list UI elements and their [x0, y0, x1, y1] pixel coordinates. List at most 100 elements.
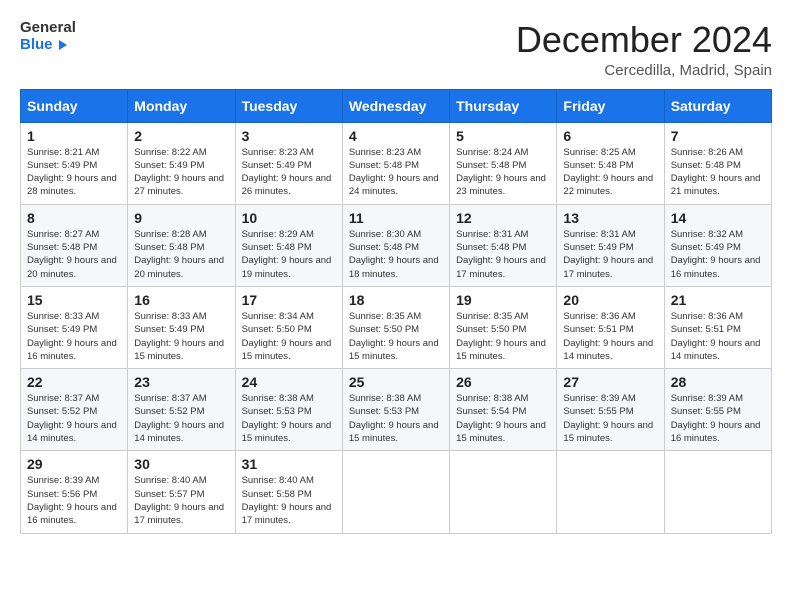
day-number: 15: [27, 292, 121, 308]
day-info: Sunrise: 8:24 AM Sunset: 5:48 PM Dayligh…: [456, 146, 550, 199]
calendar-week-row: 15 Sunrise: 8:33 AM Sunset: 5:49 PM Dayl…: [21, 286, 772, 368]
calendar-cell: [342, 451, 449, 533]
calendar-cell: 18 Sunrise: 8:35 AM Sunset: 5:50 PM Dayl…: [342, 286, 449, 368]
calendar-cell: 9 Sunrise: 8:28 AM Sunset: 5:48 PM Dayli…: [128, 204, 235, 286]
day-number: 30: [134, 456, 228, 472]
day-info: Sunrise: 8:27 AM Sunset: 5:48 PM Dayligh…: [27, 228, 121, 281]
calendar-cell: 1 Sunrise: 8:21 AM Sunset: 5:49 PM Dayli…: [21, 122, 128, 204]
day-number: 4: [349, 128, 443, 144]
day-number: 9: [134, 210, 228, 226]
day-number: 27: [563, 374, 657, 390]
calendar-week-row: 8 Sunrise: 8:27 AM Sunset: 5:48 PM Dayli…: [21, 204, 772, 286]
calendar-cell: 11 Sunrise: 8:30 AM Sunset: 5:48 PM Dayl…: [342, 204, 449, 286]
day-number: 2: [134, 128, 228, 144]
day-number: 8: [27, 210, 121, 226]
day-info: Sunrise: 8:22 AM Sunset: 5:49 PM Dayligh…: [134, 146, 228, 199]
day-info: Sunrise: 8:35 AM Sunset: 5:50 PM Dayligh…: [456, 310, 550, 363]
calendar-cell: 7 Sunrise: 8:26 AM Sunset: 5:48 PM Dayli…: [664, 122, 771, 204]
day-info: Sunrise: 8:37 AM Sunset: 5:52 PM Dayligh…: [134, 392, 228, 445]
calendar-cell: [557, 451, 664, 533]
day-info: Sunrise: 8:30 AM Sunset: 5:48 PM Dayligh…: [349, 228, 443, 281]
calendar-cell: 25 Sunrise: 8:38 AM Sunset: 5:53 PM Dayl…: [342, 369, 449, 451]
title-block: December 2024 Cercedilla, Madrid, Spain: [516, 20, 772, 79]
calendar-cell: 22 Sunrise: 8:37 AM Sunset: 5:52 PM Dayl…: [21, 369, 128, 451]
calendar-cell: 6 Sunrise: 8:25 AM Sunset: 5:48 PM Dayli…: [557, 122, 664, 204]
day-info: Sunrise: 8:23 AM Sunset: 5:48 PM Dayligh…: [349, 146, 443, 199]
calendar-cell: 28 Sunrise: 8:39 AM Sunset: 5:55 PM Dayl…: [664, 369, 771, 451]
day-info: Sunrise: 8:39 AM Sunset: 5:56 PM Dayligh…: [27, 474, 121, 527]
page-header: General Blue December 2024 Cercedilla, M…: [20, 20, 772, 79]
day-info: Sunrise: 8:32 AM Sunset: 5:49 PM Dayligh…: [671, 228, 765, 281]
day-info: Sunrise: 8:36 AM Sunset: 5:51 PM Dayligh…: [671, 310, 765, 363]
month-title: December 2024: [516, 20, 772, 60]
day-number: 1: [27, 128, 121, 144]
day-number: 7: [671, 128, 765, 144]
calendar-cell: 19 Sunrise: 8:35 AM Sunset: 5:50 PM Dayl…: [450, 286, 557, 368]
day-info: Sunrise: 8:40 AM Sunset: 5:57 PM Dayligh…: [134, 474, 228, 527]
day-number: 19: [456, 292, 550, 308]
day-number: 11: [349, 210, 443, 226]
calendar-cell: [664, 451, 771, 533]
day-number: 3: [242, 128, 336, 144]
day-number: 17: [242, 292, 336, 308]
day-number: 16: [134, 292, 228, 308]
calendar-week-row: 22 Sunrise: 8:37 AM Sunset: 5:52 PM Dayl…: [21, 369, 772, 451]
calendar-cell: 27 Sunrise: 8:39 AM Sunset: 5:55 PM Dayl…: [557, 369, 664, 451]
day-number: 21: [671, 292, 765, 308]
day-info: Sunrise: 8:25 AM Sunset: 5:48 PM Dayligh…: [563, 146, 657, 199]
day-number: 24: [242, 374, 336, 390]
header-monday: Monday: [128, 89, 235, 122]
calendar-week-row: 1 Sunrise: 8:21 AM Sunset: 5:49 PM Dayli…: [21, 122, 772, 204]
header-sunday: Sunday: [21, 89, 128, 122]
day-info: Sunrise: 8:40 AM Sunset: 5:58 PM Dayligh…: [242, 474, 336, 527]
calendar-cell: 10 Sunrise: 8:29 AM Sunset: 5:48 PM Dayl…: [235, 204, 342, 286]
day-info: Sunrise: 8:28 AM Sunset: 5:48 PM Dayligh…: [134, 228, 228, 281]
day-number: 23: [134, 374, 228, 390]
calendar-cell: 23 Sunrise: 8:37 AM Sunset: 5:52 PM Dayl…: [128, 369, 235, 451]
calendar-cell: 12 Sunrise: 8:31 AM Sunset: 5:48 PM Dayl…: [450, 204, 557, 286]
days-header-row: SundayMondayTuesdayWednesdayThursdayFrid…: [21, 89, 772, 122]
day-number: 14: [671, 210, 765, 226]
logo-text: General Blue: [20, 20, 76, 53]
day-number: 20: [563, 292, 657, 308]
day-info: Sunrise: 8:33 AM Sunset: 5:49 PM Dayligh…: [134, 310, 228, 363]
day-info: Sunrise: 8:37 AM Sunset: 5:52 PM Dayligh…: [27, 392, 121, 445]
calendar-cell: [450, 451, 557, 533]
location: Cercedilla, Madrid, Spain: [516, 62, 772, 79]
day-info: Sunrise: 8:23 AM Sunset: 5:49 PM Dayligh…: [242, 146, 336, 199]
day-number: 18: [349, 292, 443, 308]
day-number: 31: [242, 456, 336, 472]
calendar-cell: 26 Sunrise: 8:38 AM Sunset: 5:54 PM Dayl…: [450, 369, 557, 451]
day-number: 22: [27, 374, 121, 390]
calendar-cell: 13 Sunrise: 8:31 AM Sunset: 5:49 PM Dayl…: [557, 204, 664, 286]
day-info: Sunrise: 8:35 AM Sunset: 5:50 PM Dayligh…: [349, 310, 443, 363]
day-info: Sunrise: 8:39 AM Sunset: 5:55 PM Dayligh…: [671, 392, 765, 445]
calendar-week-row: 29 Sunrise: 8:39 AM Sunset: 5:56 PM Dayl…: [21, 451, 772, 533]
day-info: Sunrise: 8:38 AM Sunset: 5:53 PM Dayligh…: [349, 392, 443, 445]
day-info: Sunrise: 8:29 AM Sunset: 5:48 PM Dayligh…: [242, 228, 336, 281]
day-number: 10: [242, 210, 336, 226]
calendar-cell: 29 Sunrise: 8:39 AM Sunset: 5:56 PM Dayl…: [21, 451, 128, 533]
day-number: 6: [563, 128, 657, 144]
calendar-cell: 2 Sunrise: 8:22 AM Sunset: 5:49 PM Dayli…: [128, 122, 235, 204]
calendar-cell: 16 Sunrise: 8:33 AM Sunset: 5:49 PM Dayl…: [128, 286, 235, 368]
calendar-cell: 3 Sunrise: 8:23 AM Sunset: 5:49 PM Dayli…: [235, 122, 342, 204]
calendar-cell: 30 Sunrise: 8:40 AM Sunset: 5:57 PM Dayl…: [128, 451, 235, 533]
calendar-cell: 4 Sunrise: 8:23 AM Sunset: 5:48 PM Dayli…: [342, 122, 449, 204]
day-number: 12: [456, 210, 550, 226]
day-info: Sunrise: 8:31 AM Sunset: 5:48 PM Dayligh…: [456, 228, 550, 281]
day-number: 5: [456, 128, 550, 144]
calendar-cell: 15 Sunrise: 8:33 AM Sunset: 5:49 PM Dayl…: [21, 286, 128, 368]
logo: General Blue: [20, 20, 76, 53]
calendar-table: SundayMondayTuesdayWednesdayThursdayFrid…: [20, 89, 772, 534]
header-saturday: Saturday: [664, 89, 771, 122]
day-info: Sunrise: 8:34 AM Sunset: 5:50 PM Dayligh…: [242, 310, 336, 363]
calendar-cell: 21 Sunrise: 8:36 AM Sunset: 5:51 PM Dayl…: [664, 286, 771, 368]
day-info: Sunrise: 8:21 AM Sunset: 5:49 PM Dayligh…: [27, 146, 121, 199]
day-info: Sunrise: 8:38 AM Sunset: 5:53 PM Dayligh…: [242, 392, 336, 445]
day-info: Sunrise: 8:26 AM Sunset: 5:48 PM Dayligh…: [671, 146, 765, 199]
day-info: Sunrise: 8:31 AM Sunset: 5:49 PM Dayligh…: [563, 228, 657, 281]
day-info: Sunrise: 8:36 AM Sunset: 5:51 PM Dayligh…: [563, 310, 657, 363]
header-tuesday: Tuesday: [235, 89, 342, 122]
day-info: Sunrise: 8:38 AM Sunset: 5:54 PM Dayligh…: [456, 392, 550, 445]
